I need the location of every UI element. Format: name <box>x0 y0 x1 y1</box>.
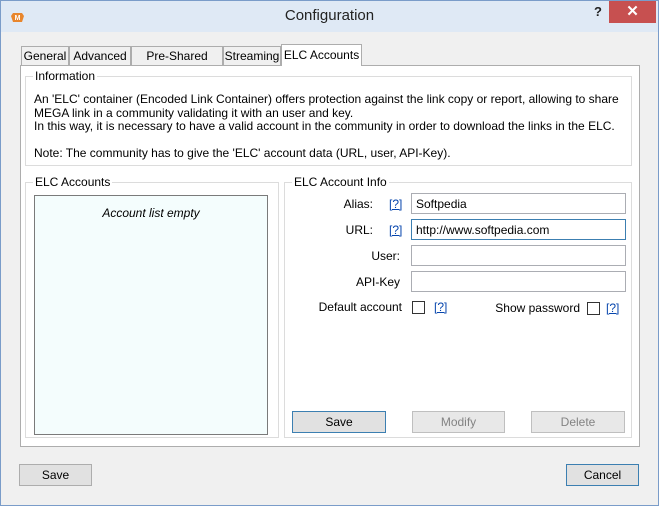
tab-general[interactable]: General <box>21 46 69 65</box>
api-key-input[interactable] <box>411 271 626 292</box>
show-password-label: Show password <box>495 301 580 315</box>
alias-label: Alias: <box>343 197 373 211</box>
user-label: User: <box>371 249 400 263</box>
elc-account-info-group: ELC Account Info Alias: [?] URL: [?] Use… <box>284 175 632 438</box>
elc-account-info-title: ELC Account Info <box>292 175 389 189</box>
url-input[interactable] <box>411 219 626 240</box>
save-account-button[interactable]: Save <box>292 411 386 433</box>
url-label: URL: <box>345 223 373 237</box>
alias-input[interactable] <box>411 193 626 214</box>
information-line-1: An 'ELC' container (Encoded Link Contain… <box>34 92 619 120</box>
information-line-2: In this way, it is necessary to have a v… <box>34 119 615 133</box>
footer-save-button[interactable]: Save <box>19 464 92 486</box>
alias-help-link[interactable]: [?] <box>389 197 402 211</box>
delete-account-button[interactable]: Delete <box>531 411 625 433</box>
default-account-help-link[interactable]: [?] <box>434 300 447 314</box>
elc-accounts-panel: Information An 'ELC' container (Encoded … <box>20 65 640 447</box>
information-title: Information <box>33 69 98 83</box>
default-account-checkbox[interactable] <box>412 301 425 314</box>
account-list-empty-text: Account list empty <box>102 206 200 220</box>
tab-pre-shared-keys[interactable]: Pre-Shared Keys <box>131 46 223 82</box>
information-text: An 'ELC' container (Encoded Link Contain… <box>34 92 624 160</box>
title-bar[interactable]: M Configuration ? ✕ <box>1 1 658 32</box>
show-password-checkbox[interactable] <box>587 302 600 315</box>
api-key-label: API-Key <box>355 275 400 289</box>
elc-accounts-group: ELC Accounts Account list empty <box>25 175 279 438</box>
window-title: Configuration <box>284 7 375 24</box>
default-account-label: Default account <box>318 300 402 314</box>
configuration-window: M Configuration ? ✕ General Advanced Pre… <box>0 0 659 506</box>
tab-elc-accounts[interactable]: ELC Accounts <box>281 44 362 66</box>
modify-account-button[interactable]: Modify <box>412 411 505 433</box>
url-help-link[interactable]: [?] <box>389 223 402 237</box>
show-password-help-link[interactable]: [?] <box>606 301 619 315</box>
help-icon[interactable]: ? <box>588 4 608 22</box>
tab-advanced[interactable]: Advanced <box>69 46 131 65</box>
footer-cancel-button[interactable]: Cancel <box>566 464 639 486</box>
information-group: Information An 'ELC' container (Encoded … <box>25 69 632 166</box>
tab-streaming[interactable]: Streaming <box>223 46 281 65</box>
user-input[interactable] <box>411 245 626 266</box>
information-note: Note: The community has to give the 'ELC… <box>34 145 451 160</box>
account-list[interactable]: Account list empty <box>34 195 268 435</box>
elc-accounts-title: ELC Accounts <box>33 175 113 189</box>
close-button[interactable]: ✕ <box>609 1 656 23</box>
